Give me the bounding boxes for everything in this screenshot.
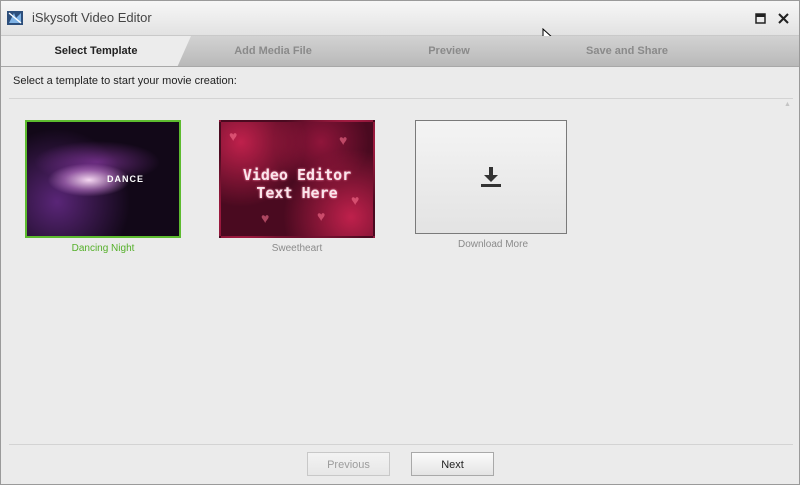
close-icon: [777, 12, 789, 24]
thumbnail-text-line1: Video Editor: [242, 166, 352, 184]
app-window: iSkysoft Video Editor Select Template Ad…: [0, 0, 800, 485]
heart-icon: ♥: [339, 132, 348, 148]
title-bar: iSkysoft Video Editor: [1, 1, 799, 36]
scroll-up-icon[interactable]: ▲: [784, 101, 791, 108]
template-caption: Sweetheart: [271, 243, 323, 254]
template-download-more[interactable]: Download More: [415, 120, 571, 250]
heart-icon: ♥: [261, 210, 270, 226]
thumbnail-text: DANCE: [107, 174, 145, 184]
step-tab-bar: Select Template Add Media File Preview S…: [1, 36, 799, 67]
footer-divider: [9, 444, 793, 445]
tab-add-media-file[interactable]: Add Media File: [193, 36, 353, 66]
next-button[interactable]: Next: [411, 452, 494, 476]
template-thumbnail[interactable]: DANCE: [25, 120, 181, 238]
divider: [9, 98, 793, 99]
heart-icon: ♥: [229, 128, 238, 144]
download-icon: [481, 167, 501, 187]
close-button[interactable]: [775, 10, 791, 26]
template-caption: Download More: [457, 239, 529, 250]
instruction-text: Select a template to start your movie cr…: [13, 75, 237, 87]
heart-icon: ♥: [317, 208, 326, 224]
tab-save-and-share[interactable]: Save and Share: [546, 36, 708, 66]
template-sweetheart[interactable]: ♥ ♥ ♥ ♥ ♥ Video Editor Text Here Sweethe…: [219, 120, 375, 254]
previous-button[interactable]: Previous: [307, 452, 390, 476]
tab-select-template[interactable]: Select Template: [1, 36, 191, 66]
template-thumbnail[interactable]: ♥ ♥ ♥ ♥ ♥ Video Editor Text Here: [219, 120, 375, 238]
tab-preview[interactable]: Preview: [371, 36, 527, 66]
template-caption: Dancing Night: [71, 243, 135, 254]
app-logo-icon: [7, 11, 23, 25]
template-dancing-night[interactable]: DANCE Dancing Night: [25, 120, 181, 254]
restore-button[interactable]: [752, 10, 768, 26]
download-more-tile[interactable]: [415, 120, 567, 234]
thumbnail-text-line2: Text Here: [256, 184, 338, 202]
window-title: iSkysoft Video Editor: [32, 10, 152, 25]
restore-icon: [754, 12, 766, 24]
